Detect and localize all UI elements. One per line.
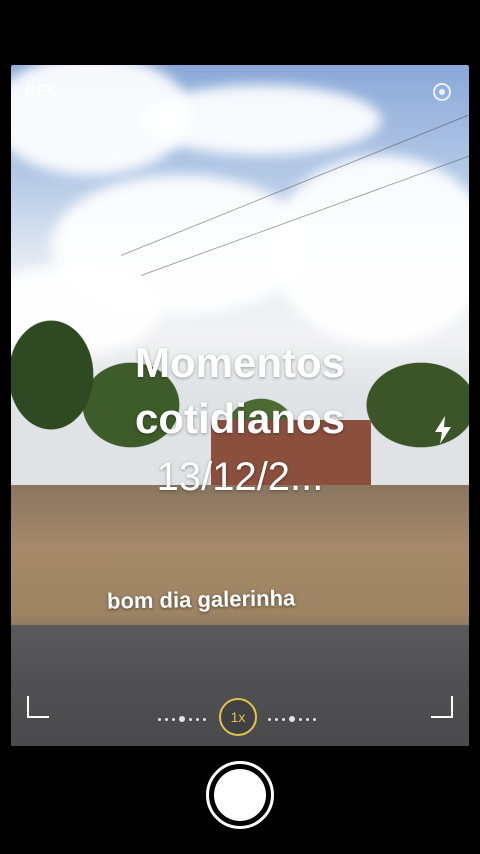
zoom-dot (165, 717, 168, 721)
overlay-date: 13/12/2... (156, 455, 324, 499)
zoom-dot-major (179, 716, 185, 722)
zoom-dot (282, 717, 285, 721)
settings-icon[interactable] (433, 83, 451, 101)
dry-field (11, 485, 469, 645)
zoom-dots-left (158, 716, 206, 722)
zoom-dot (313, 717, 316, 721)
flash-icon[interactable] (431, 415, 455, 445)
zoom-dot (172, 717, 175, 721)
overlay-title: Momentos cotidianos (11, 335, 469, 447)
shutter-button-inner[interactable] (214, 769, 266, 821)
zoom-dot (268, 717, 271, 721)
zoom-dots-right (268, 716, 316, 722)
overlay-title-line1: Momentos (135, 339, 345, 386)
zoom-dot (203, 717, 206, 721)
zoom-dot (196, 717, 199, 721)
zoom-dot (189, 717, 192, 721)
rec-indicator: REC (25, 83, 59, 100)
zoom-dot (306, 717, 309, 721)
zoom-dot (158, 717, 161, 721)
zoom-selector[interactable]: 1x (11, 698, 469, 738)
zoom-dot (299, 717, 302, 721)
overlay-title-line2: cotidianos (134, 395, 346, 442)
shutter-button[interactable] (206, 761, 274, 829)
zoom-dot (275, 717, 278, 721)
overlay-caption: bom dia galerinha (106, 585, 296, 614)
zoom-1x-button[interactable]: 1x (219, 698, 257, 736)
scene-cloud (141, 85, 381, 155)
zoom-dot-major (289, 716, 295, 722)
camera-viewfinder[interactable]: REC Momentos cotidianos 13/12/2... bom d… (11, 65, 469, 746)
